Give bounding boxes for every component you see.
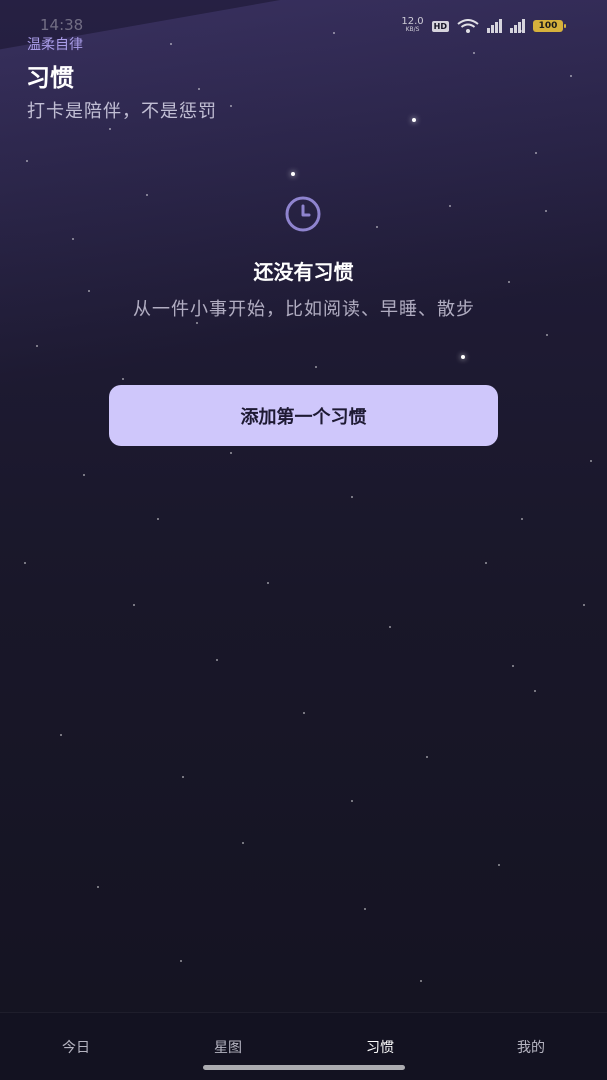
star bbox=[72, 238, 74, 240]
star bbox=[26, 160, 28, 162]
star bbox=[182, 776, 184, 778]
nav-star-map[interactable]: 星图 bbox=[178, 1037, 278, 1057]
signal-icon-sim2 bbox=[510, 19, 525, 33]
status-icons: 12.0 KB/S HD 100 bbox=[401, 16, 566, 34]
star bbox=[521, 518, 523, 520]
clock-icon bbox=[285, 196, 321, 232]
star bbox=[512, 665, 514, 667]
signal-icon-sim1 bbox=[487, 19, 502, 33]
network-speed: 12.0 KB/S bbox=[401, 16, 424, 34]
star bbox=[461, 355, 465, 359]
star bbox=[534, 690, 536, 692]
status-bar: 14:38 12.0 KB/S HD 100 bbox=[0, 0, 607, 40]
star bbox=[590, 460, 592, 462]
star bbox=[146, 194, 148, 196]
star bbox=[364, 908, 366, 910]
status-time: 14:38 bbox=[40, 16, 84, 34]
nav-habits[interactable]: 习惯 bbox=[330, 1037, 430, 1057]
star bbox=[122, 378, 124, 380]
star bbox=[498, 864, 500, 866]
star bbox=[449, 205, 451, 207]
star bbox=[546, 334, 548, 336]
star bbox=[88, 290, 90, 292]
star bbox=[180, 960, 182, 962]
star bbox=[351, 800, 353, 802]
app-name: 温柔自律 bbox=[27, 37, 83, 53]
empty-state-title: 还没有习惯 bbox=[253, 260, 354, 284]
star bbox=[583, 604, 585, 606]
star bbox=[133, 604, 135, 606]
star bbox=[291, 172, 295, 176]
hd-icon: HD bbox=[431, 20, 449, 32]
wifi-icon bbox=[457, 19, 479, 33]
star bbox=[198, 88, 200, 90]
star bbox=[426, 756, 428, 758]
home-indicator[interactable] bbox=[203, 1065, 405, 1070]
star bbox=[535, 152, 537, 154]
star bbox=[420, 980, 422, 982]
star bbox=[230, 105, 232, 107]
star bbox=[570, 75, 572, 77]
star bbox=[24, 562, 26, 564]
star bbox=[36, 345, 38, 347]
star bbox=[97, 886, 99, 888]
nav-mine[interactable]: 我的 bbox=[481, 1037, 581, 1057]
star bbox=[389, 626, 391, 628]
network-speed-value: 12.0 bbox=[401, 16, 424, 27]
star bbox=[545, 210, 547, 212]
network-speed-unit: KB/S bbox=[405, 26, 420, 33]
page-title: 习惯 bbox=[26, 64, 74, 92]
star bbox=[303, 712, 305, 714]
star bbox=[351, 496, 353, 498]
star bbox=[170, 43, 172, 45]
star bbox=[230, 452, 232, 454]
star bbox=[157, 518, 159, 520]
star bbox=[109, 128, 111, 130]
star bbox=[376, 226, 378, 228]
star bbox=[412, 118, 416, 122]
empty-state-description: 从一件小事开始，比如阅读、早睡、散步 bbox=[133, 299, 475, 320]
star bbox=[485, 562, 487, 564]
star bbox=[83, 474, 85, 476]
battery-icon: 100 bbox=[533, 20, 566, 32]
add-first-habit-button[interactable]: 添加第一个习惯 bbox=[109, 385, 498, 446]
nav-today[interactable]: 今日 bbox=[26, 1037, 126, 1057]
star bbox=[60, 734, 62, 736]
star bbox=[216, 659, 218, 661]
star bbox=[242, 842, 244, 844]
habits-screen: 14:38 12.0 KB/S HD 100 温柔自律 习惯 打卡是陪伴，不是惩… bbox=[0, 0, 607, 1080]
star bbox=[267, 582, 269, 584]
page-subtitle: 打卡是陪伴，不是惩罚 bbox=[27, 101, 217, 122]
star bbox=[315, 366, 317, 368]
star bbox=[473, 52, 475, 54]
